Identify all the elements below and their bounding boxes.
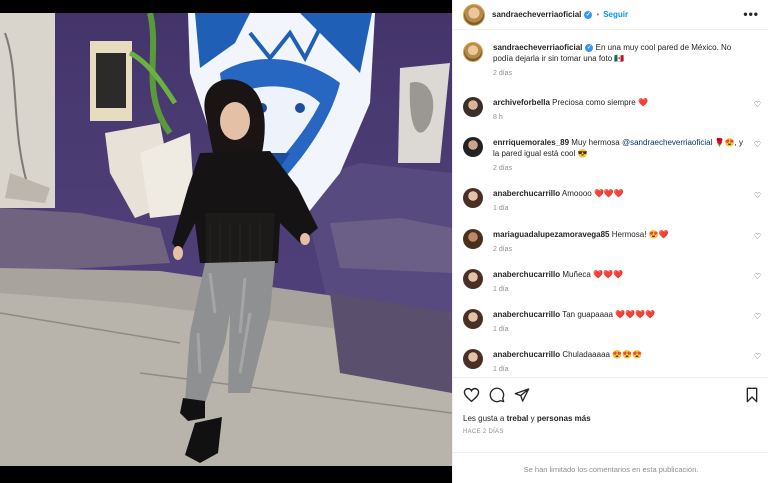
comment-time: 1 día (493, 286, 509, 293)
liked-by-others[interactable]: personas más (537, 414, 591, 423)
comment-text: Tan guapaaaa ❤️❤️❤️❤️ (562, 310, 655, 319)
comment-username[interactable]: anaberchucarrillo (493, 350, 560, 359)
comment-text: Amoooo ❤️❤️❤️ (561, 189, 624, 198)
caption-time: 2 días (493, 70, 513, 77)
likes-summary: Les gusta a trebal y personas más (463, 414, 591, 423)
post-header: sandraecheverriaoficial ✓ • Seguir ••• (453, 0, 768, 30)
author-username[interactable]: sandraecheverriaoficial ✓ (492, 10, 593, 19)
comment-username[interactable]: anaberchucarrillo (493, 270, 560, 279)
like-comment-heart-icon[interactable]: ♡ (754, 352, 761, 361)
like-comment-heart-icon[interactable]: ♡ (754, 272, 761, 281)
post-media (0, 0, 452, 483)
action-icons (463, 387, 759, 405)
follow-button[interactable]: Seguir (603, 10, 628, 19)
comments-list[interactable]: sandraecheverriaoficial ✓ En una muy cool… (453, 31, 768, 377)
like-comment-heart-icon[interactable]: ♡ (754, 100, 761, 109)
post-date[interactable]: HACE 2 DÍAS (463, 429, 504, 435)
comment-text: Chuladaaaaa 😍😍😍 (562, 350, 643, 359)
commenter-avatar[interactable] (463, 269, 483, 289)
caption: sandraecheverriaoficial ✓ En una muy cool… (463, 42, 763, 77)
post-sidebar: sandraecheverriaoficial ✓ • Seguir ••• sa… (452, 0, 768, 483)
separator-dot: • (596, 10, 600, 19)
comment-item: archiveforbella Preciosa como siempre ❤️… (463, 97, 763, 121)
comment-bubble-icon[interactable] (489, 387, 505, 403)
comment-item: anaberchucarrillo Tan guapaaaa ❤️❤️❤️❤️ … (463, 309, 763, 333)
caption-avatar[interactable] (463, 42, 483, 62)
commenter-avatar[interactable] (463, 229, 483, 249)
share-send-icon[interactable] (514, 387, 530, 403)
more-options-icon[interactable]: ••• (743, 7, 759, 21)
caption-username[interactable]: sandraecheverriaoficial (493, 43, 582, 52)
author-avatar[interactable] (463, 3, 485, 26)
comment-username[interactable]: archiveforbella (493, 98, 550, 107)
comment-item: anaberchucarrillo Chuladaaaaa 😍😍😍 1 día … (463, 349, 763, 373)
commenter-avatar[interactable] (463, 137, 483, 157)
save-bookmark-icon[interactable] (745, 387, 759, 403)
like-comment-heart-icon[interactable]: ♡ (754, 312, 761, 321)
comment-username[interactable]: anaberchucarrillo (493, 189, 560, 198)
comment-time: 1 día (493, 326, 509, 333)
comment-username[interactable]: mariaguadalupezamoravega85 (493, 230, 610, 239)
comment-time: 2 días (493, 165, 513, 172)
commenter-avatar[interactable] (463, 97, 483, 117)
verified-badge-icon: ✓ (584, 10, 593, 19)
like-comment-heart-icon[interactable]: ♡ (754, 232, 761, 241)
comment-item: anaberchucarrillo Muñeca ❤️❤️❤️ 1 día ♡ (463, 269, 763, 293)
comment-item: mariaguadalupezamoravega85 Hermosa! 😍❤️ … (463, 229, 763, 253)
comments-limited-notice: Se han limitado los comentarios en esta … (453, 452, 768, 474)
like-comment-heart-icon[interactable]: ♡ (754, 191, 761, 200)
comment-item: anaberchucarrillo Amoooo ❤️❤️❤️ 1 día ♡ (463, 188, 763, 212)
comment-mention[interactable]: @sandraecheverriaoficial (622, 138, 712, 147)
commenter-avatar[interactable] (463, 349, 483, 369)
comment-time: 8 h (493, 114, 503, 121)
comment-text: Muy hermosa (571, 138, 622, 147)
instagram-post: sandraecheverriaoficial ✓ • Seguir ••• sa… (0, 0, 768, 483)
post-actions: Les gusta a trebal y personas más HACE 2… (453, 377, 768, 483)
comment-time: 1 día (493, 366, 509, 373)
verified-badge-icon: ✓ (585, 43, 594, 52)
like-heart-icon[interactable] (463, 387, 480, 403)
caption-text: sandraecheverriaoficial ✓ En una muy cool… (493, 42, 743, 64)
liked-by-user[interactable]: trebal (507, 414, 529, 423)
commenter-avatar[interactable] (463, 309, 483, 329)
comment-text: Muñeca ❤️❤️❤️ (562, 270, 623, 279)
comment-username[interactable]: anaberchucarrillo (493, 310, 560, 319)
commenter-avatar[interactable] (463, 188, 483, 208)
comment-text: Hermosa! 😍❤️ (611, 230, 669, 239)
comment-time: 2 días (493, 246, 513, 253)
comment-username[interactable]: enrriquemorales_89 (493, 138, 569, 147)
comment-item: enrriquemorales_89 Muy hermosa @sandraec… (463, 137, 763, 172)
like-comment-heart-icon[interactable]: ♡ (754, 140, 761, 149)
comment-text: Preciosa como siempre ❤️ (552, 98, 648, 107)
post-photo[interactable] (0, 13, 452, 466)
comment-time: 1 día (493, 205, 509, 212)
